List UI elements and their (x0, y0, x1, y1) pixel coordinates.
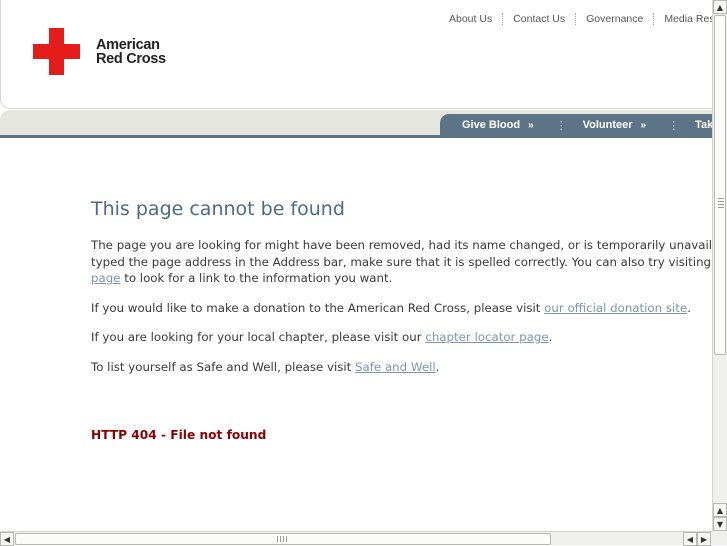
red-cross-icon (33, 28, 80, 75)
site-header: American Red Cross About Us Contact Us G… (0, 0, 712, 109)
safe-well-paragraph: To list yourself as Safe and Well, pleas… (91, 359, 712, 376)
nav-take-action[interactable]: Take a (695, 119, 712, 131)
donation-site-link[interactable]: our official donation site (544, 301, 687, 315)
page-title: This page cannot be found (91, 198, 345, 220)
http-error-code: HTTP 404 - File not found (91, 428, 267, 442)
vertical-scroll-thumb[interactable] (714, 15, 726, 355)
grip-icon (277, 536, 289, 542)
nav-separator: ⋮ (668, 119, 680, 132)
donation-period: . (687, 300, 691, 315)
logo-line-1: American (96, 36, 160, 53)
scroll-down-arrow-icon[interactable]: ▼ (713, 517, 727, 531)
horizontal-scroll-thumb[interactable] (15, 533, 551, 545)
scroll-left-arrow-icon-right[interactable]: ◀ (683, 532, 697, 546)
safe-well-period: . (435, 359, 440, 374)
home-page-link[interactable]: page (91, 271, 120, 285)
main-nav: Give Blood » ⋮ Volunteer » ⋮ Take a (462, 114, 712, 136)
nav-volunteer-label: Volunteer (582, 119, 633, 131)
nav-give-blood-label: Give Blood (462, 119, 521, 131)
scroll-up-arrow-icon-lower[interactable]: ▲ (713, 503, 727, 517)
donation-text: If you would like to make a donation to … (91, 300, 545, 315)
nav-separator: ⋮ (555, 119, 567, 132)
donation-paragraph: If you would like to make a donation to … (91, 300, 712, 317)
double-chevron-right-icon: » (528, 119, 534, 131)
scrollbar-corner (712, 531, 727, 545)
governance-link[interactable]: Governance (575, 13, 653, 25)
media-resources-link[interactable]: Media Reso (653, 13, 712, 25)
chapter-locator-link[interactable]: chapter locator page (425, 330, 548, 344)
message-line-3: to look for a link to the information yo… (120, 271, 393, 285)
logo-line-2: Red Cross (96, 50, 166, 67)
vertical-scrollbar[interactable]: ▲ ▲ ▼ (712, 0, 727, 531)
main-content: This page cannot be found The page you a… (91, 198, 712, 457)
chapter-period: . (548, 330, 553, 344)
contact-us-link[interactable]: Contact Us (502, 13, 575, 25)
site-logo[interactable]: American Red Cross (33, 28, 166, 75)
double-chevron-right-icon: » (640, 119, 647, 131)
nav-take-action-label: Take a (695, 119, 712, 131)
chapter-paragraph: If you are looking for your local chapte… (91, 329, 712, 346)
horizontal-scrollbar[interactable]: ◀ ◀ ▶ (0, 531, 712, 546)
message-line-1: The page you are looking for might have … (91, 238, 712, 252)
about-us-link[interactable]: About Us (439, 13, 502, 25)
scroll-up-arrow-icon[interactable]: ▲ (713, 0, 727, 14)
logo-wordmark: American Red Cross (96, 36, 166, 67)
safe-well-text: To list yourself as Safe and Well, pleas… (91, 359, 356, 374)
scroll-right-arrow-icon[interactable]: ▶ (697, 532, 711, 546)
grip-icon (718, 198, 724, 208)
nav-give-blood[interactable]: Give Blood » (462, 119, 534, 131)
browser-viewport: American Red Cross About Us Contact Us G… (0, 0, 712, 531)
not-found-message: The page you are looking for might have … (91, 237, 712, 287)
chapter-text: If you are looking for your local chapte… (91, 330, 426, 344)
utility-nav: About Us Contact Us Governance Media Res… (439, 13, 712, 25)
safe-and-well-link[interactable]: Safe and Well (355, 360, 436, 374)
nav-volunteer[interactable]: Volunteer » (583, 119, 646, 131)
message-line-2: typed the page address in the Address ba… (91, 254, 712, 269)
scroll-left-arrow-icon[interactable]: ◀ (0, 532, 14, 546)
